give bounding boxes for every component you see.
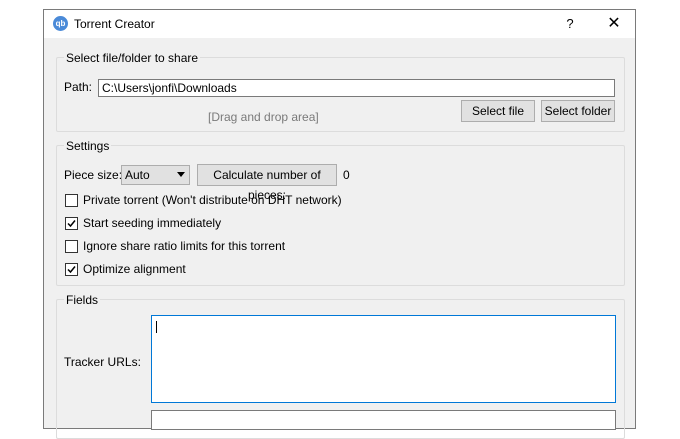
piece-size-value: Auto xyxy=(125,168,150,182)
drag-drop-area[interactable]: [Drag and drop area] xyxy=(208,110,319,124)
group-title-select: Select file/folder to share xyxy=(64,51,201,65)
option-label: Private torrent (Won't distribute on DHT… xyxy=(83,193,342,207)
private-torrent-checkbox[interactable] xyxy=(65,194,78,207)
option-label: Start seeding immediately xyxy=(83,216,222,230)
piece-size-select[interactable]: Auto xyxy=(121,165,190,185)
option-label: Ignore share ratio limits for this torre… xyxy=(83,239,286,253)
title-bar: qb Torrent Creator ? ✕ xyxy=(44,10,635,38)
torrent-creator-window: qb Torrent Creator ? ✕ Select file/folde… xyxy=(43,9,636,439)
group-title-fields: Fields xyxy=(64,293,101,307)
optimize-alignment-checkbox[interactable] xyxy=(65,263,78,276)
piece-size-label: Piece size: xyxy=(64,168,123,182)
tracker-urls-label: Tracker URLs: xyxy=(64,355,141,369)
web-seed-urls-input[interactable] xyxy=(151,410,616,430)
select-file-folder-group: Select file/folder to share Path: C:\Use… xyxy=(56,51,625,132)
path-input[interactable]: C:\Users\jonfi\Downloads xyxy=(98,79,615,97)
path-label: Path: xyxy=(64,80,93,94)
settings-group: Settings Piece size: Auto Calculate numb… xyxy=(56,139,625,286)
option-label: Optimize alignment xyxy=(83,262,186,276)
qbittorrent-logo-icon: qb xyxy=(53,16,68,31)
group-title-settings: Settings xyxy=(64,139,112,153)
help-button[interactable]: ? xyxy=(555,14,585,34)
start-seeding-checkbox[interactable] xyxy=(65,217,78,230)
text-cursor xyxy=(156,321,157,333)
checkmark-icon xyxy=(67,220,76,228)
chevron-down-icon xyxy=(177,172,185,177)
calculate-pieces-button[interactable]: Calculate number of pieces: xyxy=(197,164,337,202)
fields-group: Fields Tracker URLs: xyxy=(56,293,625,439)
window-title: Torrent Creator xyxy=(74,17,155,31)
tracker-urls-input[interactable] xyxy=(151,315,616,403)
pieces-count: 0 xyxy=(343,168,350,182)
checkmark-icon xyxy=(67,266,76,274)
close-button[interactable]: ✕ xyxy=(599,14,629,34)
ignore-ratio-checkbox[interactable] xyxy=(65,240,78,253)
select-file-button[interactable]: Select file xyxy=(461,100,535,122)
select-folder-button[interactable]: Select folder xyxy=(541,100,615,122)
